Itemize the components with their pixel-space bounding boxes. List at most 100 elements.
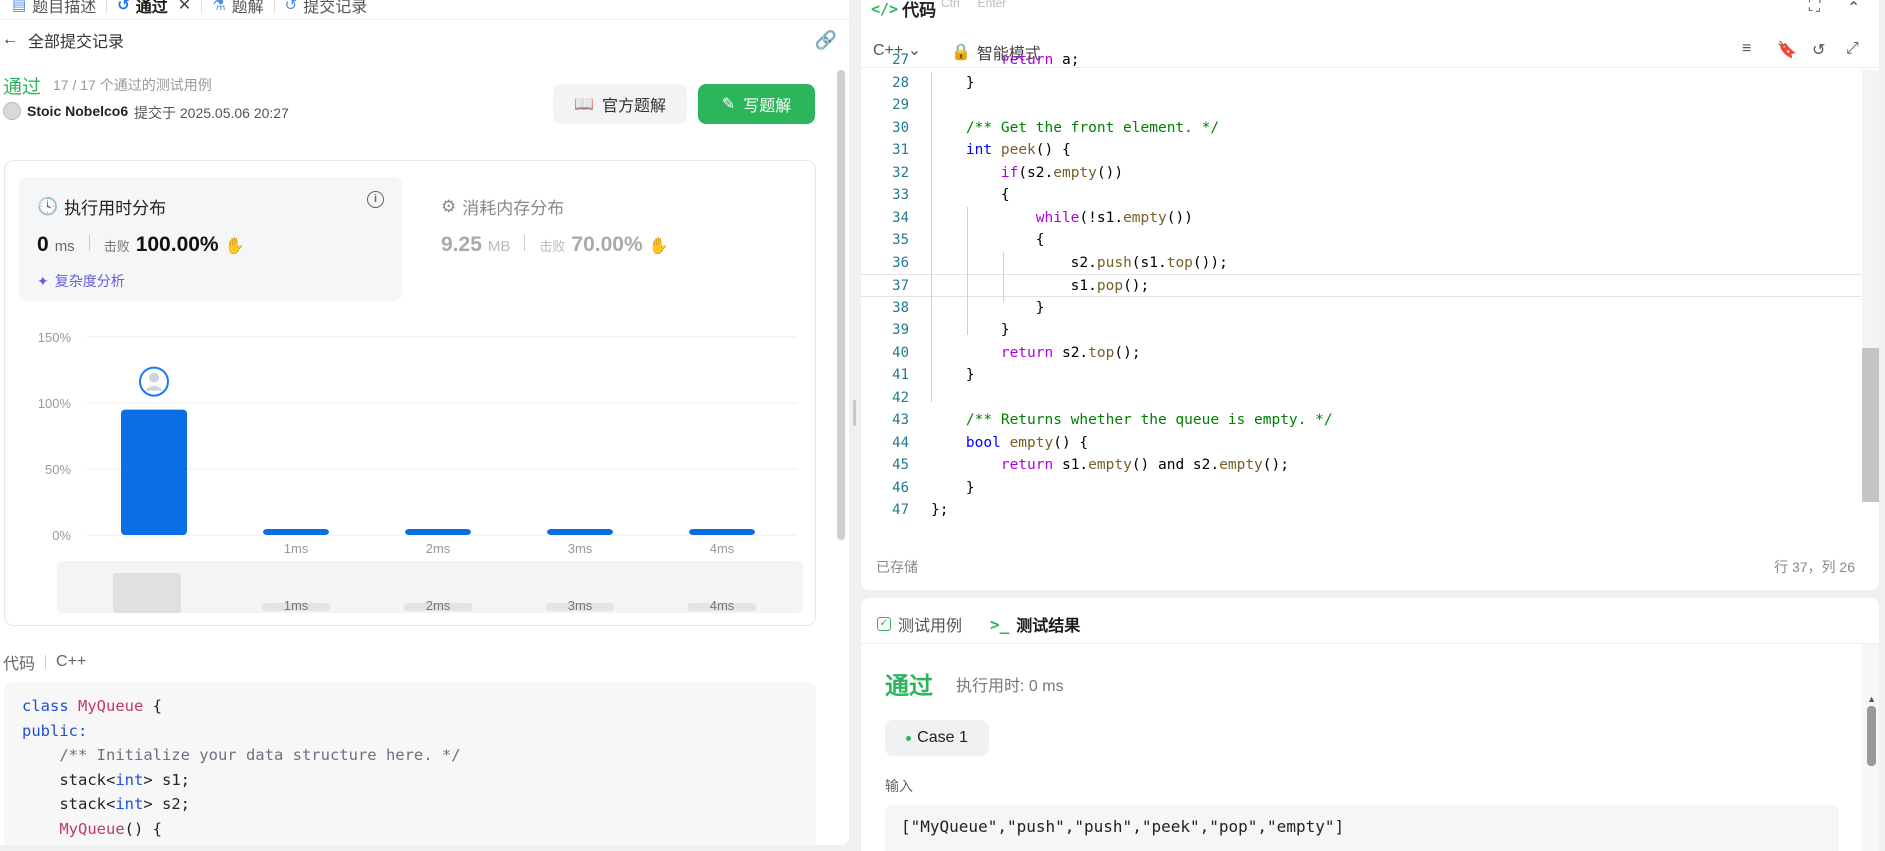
tab-test-result[interactable]: >_ 测试结果: [990, 612, 1080, 636]
case-tab[interactable]: Case 1: [885, 720, 989, 756]
result-time: 执行用时: 0 ms: [956, 678, 1064, 695]
fullscreen-icon[interactable]: ⛶: [1809, 0, 1820, 16]
line-text: if(s2.empty()): [1000, 164, 1124, 181]
navigator-label: 4ms: [710, 598, 735, 613]
editor-line[interactable]: 32 if(s2.empty()): [861, 162, 1861, 185]
code-label: 代码: [3, 656, 36, 673]
editor-line[interactable]: 40 return s2.top();: [861, 342, 1861, 365]
editor-line[interactable]: 39 }: [861, 319, 1861, 342]
bar: [405, 529, 471, 535]
terminal-icon: >_: [990, 614, 1010, 634]
book-icon: 📖: [574, 96, 594, 113]
line-number: 36: [892, 254, 909, 271]
panel-resizer[interactable]: [849, 0, 861, 851]
editor-title-label: 代码: [902, 1, 937, 20]
line-text: }: [931, 479, 975, 496]
history-icon: ↺: [284, 0, 298, 14]
avatar-head: [149, 372, 159, 383]
line-text: while(!s1.empty()): [1035, 209, 1193, 226]
editor-line[interactable]: 38 }: [861, 297, 1861, 320]
code-icon: </>: [871, 0, 899, 18]
back-to-submissions[interactable]: ← 全部提交记录 🔗: [0, 20, 849, 60]
scrollbar-thumb[interactable]: [1862, 348, 1879, 502]
editor-line[interactable]: 35 {: [861, 229, 1861, 252]
scrollbar-thumb[interactable]: [1867, 706, 1876, 766]
line-text: }: [931, 367, 975, 383]
editor-line[interactable]: 37 s1.pop();: [861, 274, 1861, 297]
code-header: 代码 C++: [3, 650, 86, 674]
editor-line[interactable]: 28 }: [861, 72, 1861, 95]
document-icon: ▤: [12, 0, 27, 14]
tab-accepted-label: 通过: [135, 0, 168, 16]
editor-line[interactable]: 30 /** Get the front element. */: [861, 117, 1861, 140]
shortcut-key: Ctrl: [941, 0, 960, 10]
line-number: 32: [892, 164, 909, 181]
checkbox-icon: ✓: [877, 617, 891, 631]
back-label: 全部提交记录: [28, 34, 125, 51]
y-tick-label: 50%: [45, 462, 71, 477]
indent-guide: [967, 207, 968, 335]
line-number: 42: [892, 389, 909, 406]
editor-line[interactable]: 34 while(!s1.empty()): [861, 207, 1861, 230]
code-line: /** Initialize your data structure here.…: [59, 746, 461, 764]
line-number: 39: [892, 322, 909, 338]
editor-line[interactable]: 27 return a;: [861, 49, 1861, 72]
tab-accepted[interactable]: ↺ 通过 ✕: [107, 0, 201, 16]
case-label: Case 1: [917, 729, 968, 746]
editor-line[interactable]: 29: [861, 94, 1861, 117]
input-label: 输入: [885, 778, 913, 794]
panel-tabs: ▤ 题目描述 ↺ 通过 ✕ ⚗ 题解 ↺ 提交记录: [0, 0, 849, 20]
editor-line[interactable]: 45 return s1.empty() and s2.empty();: [861, 454, 1861, 477]
y-tick-label: 0%: [52, 528, 71, 543]
editor-line[interactable]: 43 /** Returns whether the queue is empt…: [861, 409, 1861, 432]
editor-line[interactable]: 44 bool empty() {: [861, 432, 1861, 455]
editor-scrollbar[interactable]: [1862, 70, 1879, 502]
editor-line[interactable]: 46 }: [861, 477, 1861, 500]
chevron-up-icon[interactable]: ⌃: [1847, 0, 1860, 18]
navigator-selection: [113, 573, 181, 613]
line-number: 29: [892, 97, 909, 113]
tab-solutions[interactable]: ⚗ 题解: [202, 0, 273, 16]
author-name[interactable]: Stoic Nobelco6: [27, 103, 128, 119]
line-text: /** Get the front element. */: [965, 119, 1220, 136]
editor-line[interactable]: 47};: [861, 499, 1861, 522]
tab-submissions[interactable]: ↺ 提交记录: [275, 0, 378, 16]
x-tick-label: 3ms: [568, 541, 593, 556]
editor-line[interactable]: 33 {: [861, 184, 1861, 207]
edit-icon: ✎: [721, 96, 736, 113]
tab-description[interactable]: ▤ 题目描述: [2, 0, 106, 16]
result-status: 通过: [885, 673, 933, 700]
scrollbar-thumb[interactable]: [837, 70, 845, 540]
editor-lines[interactable]: 27 return a; 28 } 29 30 /** Get the front e…: [861, 52, 1861, 522]
tab-testcases[interactable]: ✓ 测试用例: [877, 612, 962, 636]
code-line: class MyQueue {: [22, 697, 163, 715]
shortcut-key: Enter: [977, 0, 1007, 10]
submitted-code[interactable]: class MyQueue {public: /** Initialize yo…: [4, 682, 816, 845]
editor-title: </> 代码: [871, 0, 936, 21]
input-value[interactable]: ["MyQueue","push","push","peek","pop","e…: [885, 805, 1839, 851]
editor-line[interactable]: 42: [861, 387, 1861, 410]
save-status: 已存储: [876, 559, 918, 575]
close-icon[interactable]: ✕: [178, 0, 191, 15]
line-number: 38: [892, 299, 909, 316]
passed-cases: 17 / 17 个通过的测试用例: [53, 77, 212, 93]
link-icon[interactable]: 🔗: [815, 30, 837, 51]
code-lang: C++: [56, 653, 87, 670]
line-number: 41: [892, 367, 909, 383]
editor-line[interactable]: 31 int peek() {: [861, 139, 1861, 162]
code-line: stack<int> s1;: [22, 770, 190, 789]
submission-header: 通过 17 / 17 个通过的测试用例 Stoic Nobelco6 提交于 2…: [0, 60, 849, 138]
official-solution-button[interactable]: 📖 官方题解: [553, 84, 687, 124]
resize-handle[interactable]: [853, 400, 856, 426]
x-tick-label: 2ms: [426, 541, 451, 556]
editor-line[interactable]: 36 s2.push(s1.top());: [861, 252, 1861, 275]
results-scrollbar[interactable]: ▲ ▼: [1862, 644, 1879, 851]
scroll-up-icon[interactable]: ▲: [1867, 694, 1876, 704]
editor-line[interactable]: 41 }: [861, 364, 1861, 387]
code-line: stack<int> s2;: [22, 795, 190, 813]
write-solution-button[interactable]: ✎ 写题解: [698, 84, 815, 124]
line-number: 27: [892, 52, 909, 68]
avatar[interactable]: [3, 102, 21, 120]
tab-testcases-label: 测试用例: [898, 618, 963, 635]
app-root: ▤ 题目描述 ↺ 通过 ✕ ⚗ 题解 ↺ 提交记录 ← 全部提交记录 🔗 通过 …: [0, 0, 1885, 851]
